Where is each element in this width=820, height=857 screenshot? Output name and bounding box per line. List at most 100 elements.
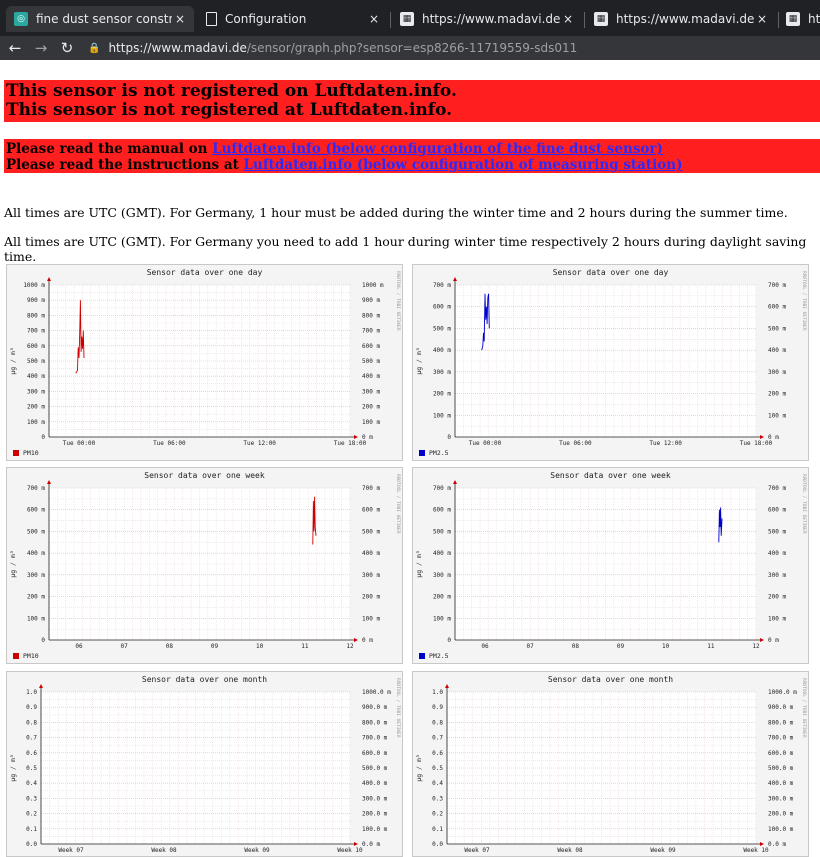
x-tick-label: Week 08 bbox=[557, 847, 583, 854]
chart-plot: 700 m600 m500 m400 m300 m200 m100 m0700 … bbox=[9, 474, 401, 650]
y-tick-label-right: 1000 m bbox=[362, 282, 384, 289]
browser-toolbar: ← → ↻ 🔒 https://www.madavi.de/sensor/gra… bbox=[0, 36, 820, 60]
legend-label: PM2.5 bbox=[429, 652, 449, 660]
y-tick-label-right: 100 m bbox=[768, 412, 786, 419]
sensor-favicon-icon: ◎ bbox=[14, 12, 28, 26]
y-tick-label-right: 100 m bbox=[768, 615, 786, 622]
y-tick-label-right: 500 m bbox=[362, 528, 380, 535]
manual-line-2: Please read the instructions at Luftdate… bbox=[6, 157, 820, 173]
y-tick-label-right: 900 m bbox=[362, 297, 380, 304]
tab-separator bbox=[584, 12, 585, 28]
rrdtool-credit: RRDTOOL / TOBI OETIKER bbox=[801, 271, 807, 331]
x-tick-label: 10 bbox=[662, 643, 670, 650]
y-tick-label-right: 1000.0 m bbox=[768, 689, 797, 696]
y-tick-label-right: 600 m bbox=[362, 343, 380, 350]
y-tick-label-right: 0.0 m bbox=[768, 841, 786, 848]
lock-icon: 🔒 bbox=[88, 42, 101, 54]
graph-day-pm25: Sensor data over one day 700 m 600 m 500 m4… bbox=[412, 264, 809, 461]
y-axis-label: µg / m³ bbox=[9, 347, 17, 374]
tab-title: Configuration bbox=[225, 12, 307, 26]
y-tick-label: 300 m bbox=[433, 369, 451, 376]
y-tick-label: 0.6 bbox=[26, 750, 37, 757]
y-tick-label: 1.0 bbox=[26, 689, 37, 696]
x-tick-label: Week 07 bbox=[58, 847, 84, 854]
graph-week-pm10: Sensor data over one week 700 m 600 m 500 m… bbox=[6, 467, 403, 664]
x-tick-label: Week 10 bbox=[743, 847, 769, 854]
manual-line-1: Please read the manual on Luftdaten.info… bbox=[6, 141, 820, 157]
tab-fine-dust-sensor[interactable]: ◎ fine dust sensor constructi × bbox=[6, 6, 194, 32]
y-tick-label: 200 m bbox=[433, 391, 451, 398]
forward-arrow-icon[interactable]: → bbox=[28, 39, 54, 57]
y-tick-label-right: 600 m bbox=[362, 507, 380, 514]
y-tick-label: 500 m bbox=[433, 528, 451, 535]
y-tick-label-right: 300.0 m bbox=[362, 795, 388, 802]
axis-arrow bbox=[47, 277, 51, 281]
y-tick-label-right: 800 m bbox=[362, 312, 380, 319]
chart-legend: PM10 bbox=[13, 652, 39, 660]
tab-title: https://www.madavi.de/se bbox=[422, 12, 560, 26]
close-tab-icon[interactable]: × bbox=[560, 12, 576, 26]
tab-madavi-3[interactable]: ▦ http bbox=[780, 6, 820, 32]
y-tick-label-right: 600 m bbox=[768, 304, 786, 311]
y-tick-label: 0.1 bbox=[432, 826, 443, 833]
address-bar[interactable]: 🔒 https://www.madavi.de/sensor/graph.php… bbox=[88, 41, 577, 55]
y-tick-label-right: 400.0 m bbox=[768, 780, 794, 787]
y-tick-label: 400 m bbox=[433, 347, 451, 354]
manual-link-1[interactable]: Luftdaten.info (below configuration of t… bbox=[212, 141, 663, 157]
tab-title: http bbox=[808, 12, 820, 26]
y-tick-label-right: 700 m bbox=[768, 485, 786, 492]
madavi-favicon-icon: ▦ bbox=[594, 12, 608, 26]
y-tick-label: 900 m bbox=[27, 297, 45, 304]
y-tick-label-right: 400.0 m bbox=[362, 780, 388, 787]
y-tick-label: 0.3 bbox=[26, 795, 37, 802]
close-tab-icon[interactable]: × bbox=[366, 12, 382, 26]
legend-swatch bbox=[419, 450, 425, 456]
y-tick-label-right: 500 m bbox=[768, 325, 786, 332]
legend-label: PM10 bbox=[23, 652, 39, 660]
legend-label: PM2.5 bbox=[429, 449, 449, 457]
y-tick-label: 200 m bbox=[433, 594, 451, 601]
x-tick-label: 12 bbox=[752, 643, 760, 650]
y-tick-label: 1.0 bbox=[432, 689, 443, 696]
x-tick-label: 07 bbox=[527, 643, 535, 650]
x-tick-label: Tue 12:00 bbox=[243, 440, 276, 447]
x-tick-label: Tue 12:00 bbox=[649, 440, 682, 447]
y-tick-label-right: 200.0 m bbox=[768, 811, 794, 818]
graph-week-pm25: Sensor data over one week 700 m 600 m 500 m… bbox=[412, 467, 809, 664]
y-tick-label-right: 500.0 m bbox=[362, 765, 388, 772]
y-tick-label-right: 500.0 m bbox=[768, 765, 794, 772]
x-tick-label: Tue 06:00 bbox=[153, 440, 186, 447]
chart-plot: 1.0 0.9 0.8 0.7 0.6 0.5 0.4 0.3 0.2 0.1 0.0 1000.0 … bbox=[415, 678, 807, 854]
tab-madavi-2[interactable]: ▦ https://www.madavi.de/se × bbox=[586, 6, 776, 32]
x-tick-label: Tue 00:00 bbox=[63, 440, 96, 447]
y-tick-label: 500 m bbox=[27, 358, 45, 365]
y-tick-label-right: 400 m bbox=[768, 550, 786, 557]
x-tick-label: 06 bbox=[75, 643, 83, 650]
y-tick-label-right: 300 m bbox=[768, 572, 786, 579]
axis-arrow bbox=[354, 435, 358, 439]
reload-icon[interactable]: ↻ bbox=[54, 39, 80, 57]
y-tick-label: 700 m bbox=[27, 328, 45, 335]
y-tick-label: 0.2 bbox=[432, 811, 443, 818]
tab-configuration[interactable]: Configuration × bbox=[198, 6, 388, 32]
y-tick-label: 0.5 bbox=[26, 765, 37, 772]
close-tab-icon[interactable]: × bbox=[172, 12, 188, 26]
chart-legend: PM10 bbox=[13, 449, 39, 457]
chart-plot: 700 m600 m500 m400 m300 m200 m100 m0700 … bbox=[415, 474, 807, 650]
y-tick-label: 0.3 bbox=[432, 795, 443, 802]
back-arrow-icon[interactable]: ← bbox=[2, 39, 28, 57]
chart-plot: 700 m600 m500 m400 m300 m200 m100 m0700 … bbox=[415, 271, 807, 447]
page-icon bbox=[206, 12, 217, 26]
close-tab-icon[interactable]: × bbox=[754, 12, 770, 26]
y-tick-label-right: 300 m bbox=[362, 388, 380, 395]
manual-link-2[interactable]: Luftdaten.info (below configuration of m… bbox=[244, 157, 683, 173]
y-tick-label: 0 bbox=[447, 637, 451, 644]
axis-arrow bbox=[47, 480, 51, 484]
warning-line-1: This sensor is not registered on Luftdat… bbox=[6, 81, 457, 101]
y-tick-label: 500 m bbox=[433, 325, 451, 332]
tab-madavi-1[interactable]: ▦ https://www.madavi.de/se × bbox=[392, 6, 582, 32]
y-tick-label-right: 400 m bbox=[768, 347, 786, 354]
y-tick-label-right: 0 m bbox=[768, 637, 779, 644]
y-tick-label: 400 m bbox=[27, 550, 45, 557]
y-tick-label: 600 m bbox=[433, 304, 451, 311]
